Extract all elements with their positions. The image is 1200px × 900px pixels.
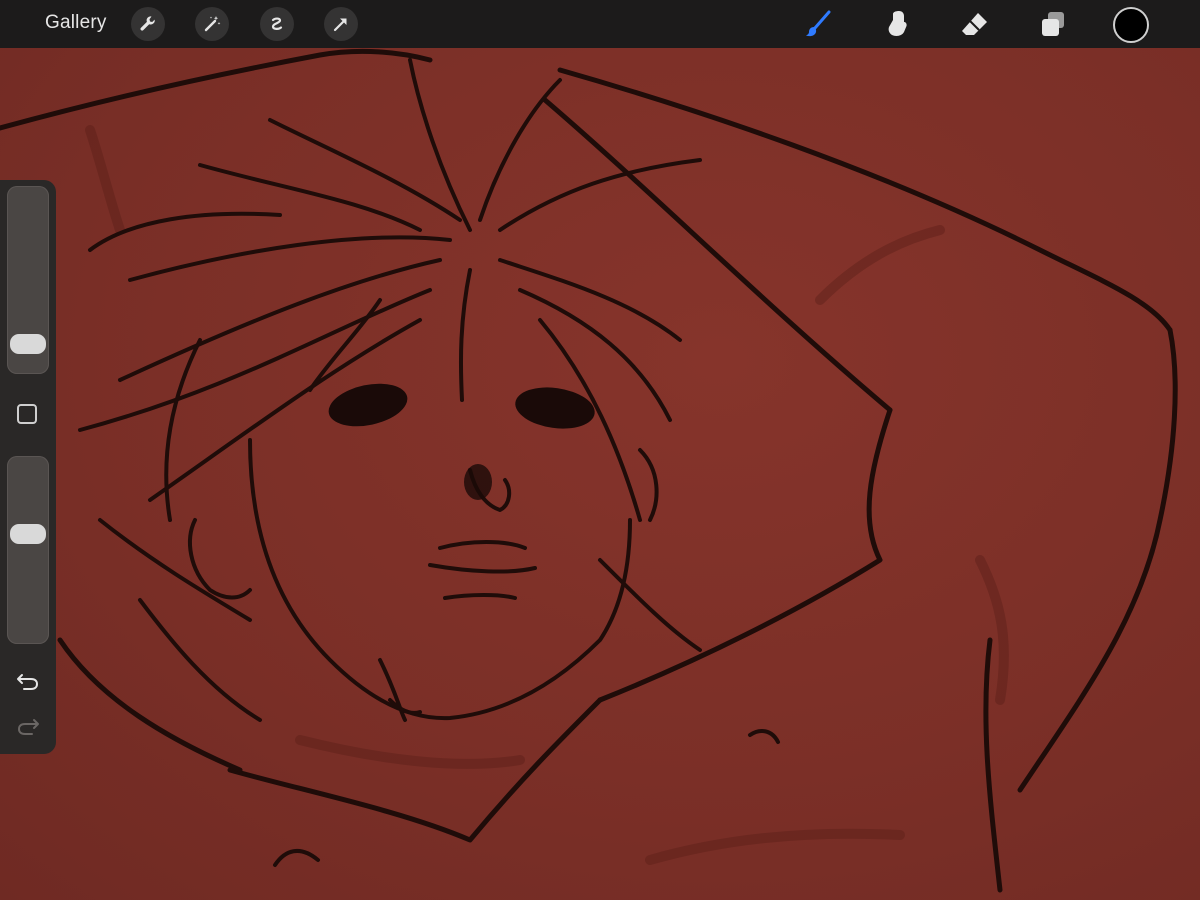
- brush-size-slider[interactable]: [7, 186, 49, 374]
- sketch-layer: [0, 48, 1178, 893]
- opacity-thumb[interactable]: [10, 524, 46, 544]
- redo-arrow-icon: [17, 719, 39, 735]
- redo-button[interactable]: [15, 715, 41, 737]
- s-curve-icon: [271, 17, 283, 30]
- brush-size-thumb[interactable]: [10, 334, 46, 354]
- brush-icon: [806, 10, 831, 37]
- actions-button[interactable]: [131, 7, 165, 41]
- top-toolbar: Gallery: [0, 0, 1200, 48]
- transform-button[interactable]: [324, 7, 358, 41]
- undo-button[interactable]: [15, 670, 41, 692]
- left-sidebar: [0, 180, 56, 754]
- gallery-button[interactable]: Gallery: [45, 12, 107, 34]
- drawing-canvas[interactable]: [0, 0, 1200, 900]
- brush-tool-button[interactable]: [801, 6, 837, 42]
- magic-wand-icon: [204, 16, 221, 32]
- selection-button[interactable]: [260, 7, 294, 41]
- smudge-finger-icon: [888, 11, 907, 36]
- eraser-tool-button[interactable]: [957, 6, 993, 42]
- undo-arrow-icon: [17, 674, 39, 690]
- color-picker-button[interactable]: [1113, 7, 1149, 43]
- opacity-slider[interactable]: [7, 456, 49, 644]
- wrench-icon: [140, 16, 155, 31]
- modify-button[interactable]: [17, 404, 37, 424]
- layers-button[interactable]: [1035, 6, 1071, 42]
- arrow-cursor-icon: [333, 18, 347, 32]
- adjustments-button[interactable]: [195, 7, 229, 41]
- smudge-tool-button[interactable]: [879, 6, 915, 42]
- layers-icon: [1042, 12, 1064, 36]
- eraser-icon: [962, 13, 987, 35]
